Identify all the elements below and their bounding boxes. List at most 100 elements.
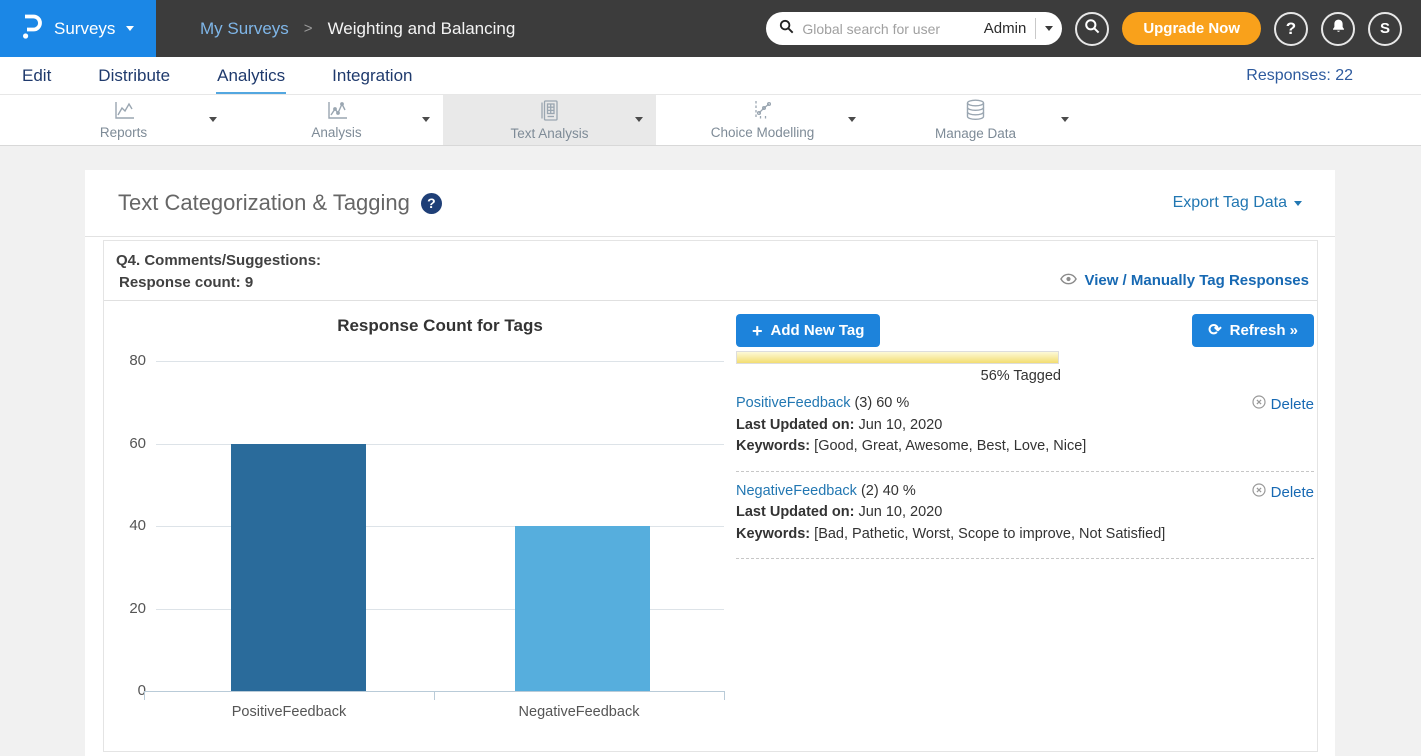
bell-icon [1331,18,1346,39]
breadcrumb-my-surveys[interactable]: My Surveys [200,19,289,39]
search-input[interactable] [802,21,983,37]
bar-PositiveFeedback [231,444,366,692]
export-tag-data-button[interactable]: Export Tag Data [1173,194,1302,212]
updated-value: Jun 10, 2020 [854,504,942,520]
responses-count[interactable]: Responses: 22 [1246,67,1400,85]
tag-title-line: NegativeFeedback (2) 40 % [736,481,1314,503]
help-button[interactable]: ? [1274,12,1308,46]
avatar-initial: S [1380,20,1390,37]
chevron-down-icon[interactable] [635,117,643,122]
updated-value: Jun 10, 2020 [854,417,942,433]
export-label: Export Tag Data [1173,194,1287,212]
toolbar-item-label: Manage Data [935,126,1016,141]
text-document-grid-icon [541,100,558,124]
toolbar-item-label: Analysis [311,125,361,140]
tag-meta: (2) 40 % [857,483,916,499]
upgrade-now-button[interactable]: Upgrade Now [1122,12,1261,45]
tags-actions-row: + Add New Tag ⟳ Refresh » [736,314,1314,347]
question-panel-header: Q4. Comments/Suggestions: Response count… [104,241,1317,301]
user-avatar[interactable]: S [1368,12,1402,46]
question-mark-icon: ? [1286,19,1296,39]
x-axis-category-label: PositiveFeedback [144,704,434,720]
trend-chart-icon [326,101,348,123]
search-submit-button[interactable] [1075,12,1109,46]
tagged-progress-label: 56% Tagged [736,368,1061,384]
tab-analytics[interactable]: Analytics [216,60,286,94]
analytics-toolbar: Reports Analysis Text Analysis Choice Mo… [0,95,1421,146]
view-manually-tag-link[interactable]: View / Manually Tag Responses [1060,272,1309,289]
tags-panel: + Add New Tag ⟳ Refresh » 56% Tagged Pos… [736,314,1314,559]
toolbar-item-label: Text Analysis [510,126,588,141]
survey-nav: Edit Distribute Analytics Integration Re… [0,57,1421,95]
eye-icon [1060,272,1077,289]
tag-name-link[interactable]: NegativeFeedback [736,483,857,499]
tab-distribute[interactable]: Distribute [97,60,171,94]
tag-keywords-line: Keywords: [Bad, Pathetic, Worst, Scope t… [736,524,1314,546]
product-caret-icon [126,26,134,31]
x-axis-tick [434,691,435,700]
tag-meta: (3) 60 % [850,395,909,411]
tab-integration[interactable]: Integration [331,60,413,94]
tag-updated-line: Last Updated on: Jun 10, 2020 [736,502,1314,524]
chevron-down-icon[interactable] [422,117,430,122]
text-tagging-card: Text Categorization & Tagging ? Export T… [85,170,1335,756]
question-label: Q4. Comments/Suggestions: [116,250,1317,272]
search-divider [1035,18,1036,39]
plus-icon: + [752,322,763,340]
y-axis-tick-label: 40 [112,517,146,534]
breadcrumb: My Surveys > Weighting and Balancing [200,19,515,39]
chevron-down-icon[interactable] [209,117,217,122]
keywords-value: [Bad, Pathetic, Worst, Scope to improve,… [810,526,1165,542]
tag-updated-line: Last Updated on: Jun 10, 2020 [736,415,1314,437]
x-axis-tick [144,691,145,700]
breadcrumb-current-survey: Weighting and Balancing [328,19,516,39]
toolbar-item-label: Reports [100,125,147,140]
help-badge-icon[interactable]: ? [421,193,442,214]
scatter-chart-icon [752,100,774,123]
y-axis-tick-label: 60 [112,435,146,452]
delete-tag-button[interactable]: Delete [1252,394,1314,416]
breadcrumb-separator: > [304,20,313,37]
notifications-button[interactable] [1321,12,1355,46]
search-scope-caret-icon[interactable] [1045,26,1053,31]
toolbar-item-manage-data[interactable]: Manage Data [869,95,1082,145]
card-header: Text Categorization & Tagging ? Export T… [85,170,1335,237]
toolbar-item-analysis[interactable]: Analysis [230,95,443,145]
circled-x-icon [1252,394,1266,416]
chevron-down-icon[interactable] [1061,117,1069,122]
y-axis-tick-label: 20 [112,600,146,617]
tag-name-link[interactable]: PositiveFeedback [736,395,850,411]
global-search: Admin [766,12,1062,45]
toolbar-item-text-analysis[interactable]: Text Analysis [443,95,656,145]
chevron-down-icon[interactable] [848,117,856,122]
tag-title-line: PositiveFeedback (3) 60 % [736,393,1314,415]
product-switcher[interactable]: Surveys [0,0,156,57]
x-axis-category-label: NegativeFeedback [434,704,724,720]
add-new-tag-button[interactable]: + Add New Tag [736,314,880,347]
search-scope-selector[interactable]: Admin [984,20,1027,37]
bar-NegativeFeedback [515,526,650,691]
keywords-label: Keywords: [736,438,810,454]
chevron-down-icon [1294,201,1302,206]
question-panel: Q4. Comments/Suggestions: Response count… [103,240,1318,752]
delete-tag-button[interactable]: Delete [1252,482,1314,504]
chart-title: Response Count for Tags [156,316,724,336]
tab-edit[interactable]: Edit [21,60,52,94]
bar-chart: Response Count for Tags 020406080Positiv… [112,301,742,731]
x-axis-tick [724,691,725,700]
gridline [156,361,724,362]
refresh-icon: ⟳ [1208,323,1221,339]
toolbar-item-reports[interactable]: Reports [17,95,230,145]
updated-label: Last Updated on: [736,417,854,433]
keywords-value: [Good, Great, Awesome, Best, Love, Nice] [810,438,1086,454]
search-icon [1084,18,1100,39]
page-title: Text Categorization & Tagging [118,190,410,216]
top-bar: Surveys My Surveys > Weighting and Balan… [0,0,1421,57]
database-icon [965,99,986,124]
refresh-button[interactable]: ⟳ Refresh » [1192,314,1314,347]
tag-keywords-line: Keywords: [Good, Great, Awesome, Best, L… [736,436,1314,458]
toolbar-item-choice-modelling[interactable]: Choice Modelling [656,95,869,145]
tag-item-positive-feedback: PositiveFeedback (3) 60 % Last Updated o… [736,384,1314,472]
tag-item-negative-feedback: NegativeFeedback (2) 40 % Last Updated o… [736,472,1314,560]
y-axis-tick-label: 0 [112,682,146,699]
